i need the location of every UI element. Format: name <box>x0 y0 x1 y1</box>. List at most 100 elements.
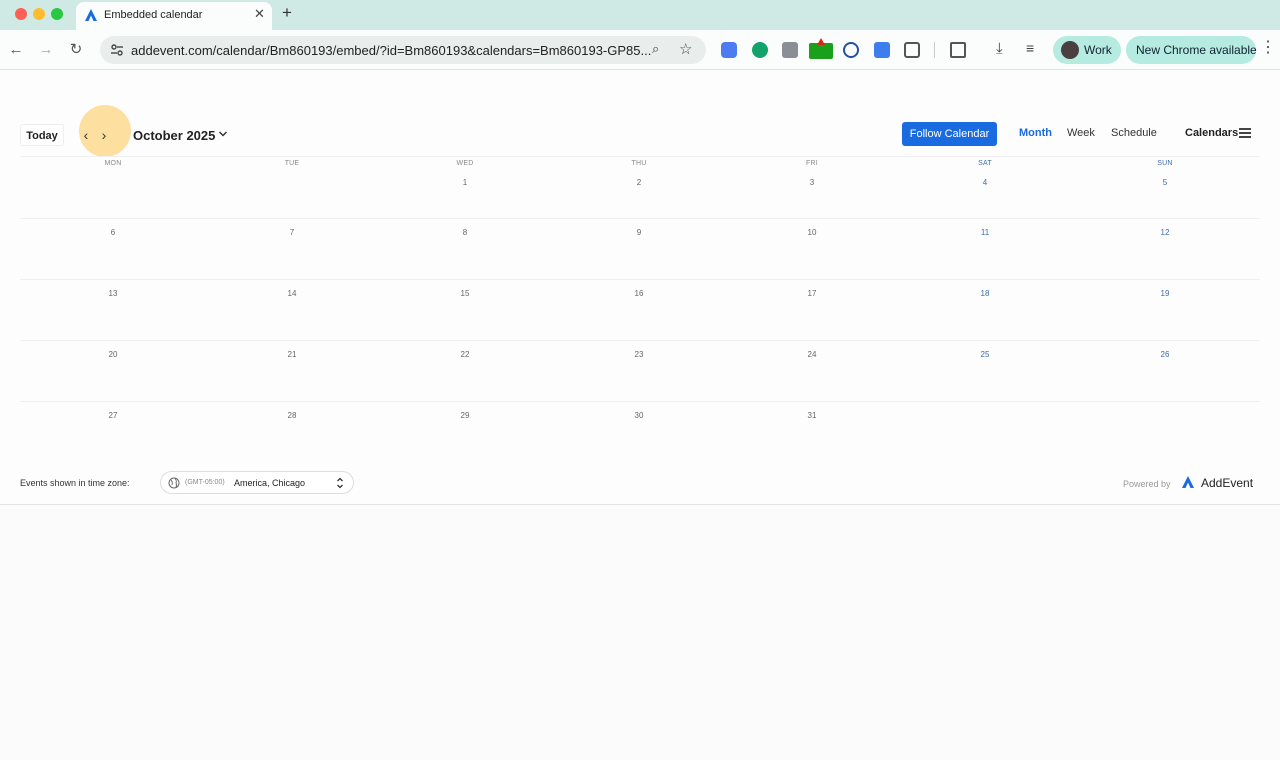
day-cell-date[interactable]: 31 <box>792 411 832 420</box>
close-tab-icon[interactable]: ✕ <box>254 7 265 20</box>
day-cell-date[interactable]: 19 <box>1145 289 1185 298</box>
day-cell-date[interactable]: 6 <box>93 228 133 237</box>
tab-strip: Embedded calendar ✕ + <box>0 0 1280 30</box>
day-cell-date[interactable]: 7 <box>272 228 312 237</box>
select-caret-icon <box>337 477 343 489</box>
view-tab-schedule[interactable]: Schedule <box>1111 127 1157 139</box>
day-cell-date[interactable]: 15 <box>445 289 485 298</box>
day-cell-date[interactable]: 3 <box>792 178 832 187</box>
week-row-divider <box>20 279 1260 280</box>
day-cell-date[interactable]: 1 <box>445 178 485 187</box>
day-cell-date[interactable]: 2 <box>619 178 659 187</box>
zoom-window-button[interactable] <box>51 8 63 20</box>
day-cell-date[interactable]: 10 <box>792 228 832 237</box>
weekday-header: WED <box>456 160 474 167</box>
timezone-offset: (GMT-05:00) <box>185 479 225 486</box>
grammarly-icon[interactable] <box>752 42 768 58</box>
day-cell-date[interactable]: 16 <box>619 289 659 298</box>
day-cell-date[interactable]: 29 <box>445 411 485 420</box>
day-cell-date[interactable]: 23 <box>619 350 659 359</box>
embedded-calendar: Today ‹ › October 2025 Follow Calendar M… <box>0 71 1280 505</box>
profile-name: Work <box>1084 43 1112 57</box>
reload-button[interactable]: ↻ <box>67 41 85 59</box>
timezone-select[interactable]: (GMT-05:00) America, Chicago <box>160 471 354 494</box>
minimize-window-button[interactable] <box>33 8 45 20</box>
back-button[interactable]: ← <box>7 41 25 59</box>
download-icon[interactable]: ⤓ <box>996 40 1012 57</box>
chevron-down-icon[interactable] <box>218 129 228 139</box>
more-menu-icon[interactable]: ⋮ <box>1260 40 1276 56</box>
month-title[interactable]: October 2025 <box>133 128 215 143</box>
forward-button[interactable]: → <box>37 41 55 59</box>
tab-title: Embedded calendar <box>104 9 203 21</box>
day-cell-date[interactable]: 11 <box>965 228 1005 237</box>
powered-by-label: Powered by <box>1123 479 1171 489</box>
profile-button[interactable]: Work <box>1053 36 1121 64</box>
chrome-update-button[interactable]: New Chrome available <box>1126 36 1257 64</box>
bookmark-star-icon[interactable]: ☆ <box>679 40 692 58</box>
new-tab-button[interactable]: + <box>282 4 292 21</box>
weekday-header: TUE <box>284 160 300 167</box>
day-cell-date[interactable]: 8 <box>445 228 485 237</box>
view-tab-week[interactable]: Week <box>1067 127 1095 139</box>
hamburger-menu-icon[interactable] <box>1239 128 1251 138</box>
zoom-icon[interactable]: ⌕ <box>652 41 659 57</box>
day-cell-date[interactable]: 20 <box>93 350 133 359</box>
translate-icon[interactable] <box>874 42 890 58</box>
toolbar-divider <box>934 42 935 58</box>
week-row-divider <box>20 401 1260 402</box>
avatar <box>1061 41 1079 59</box>
calendars-button[interactable]: Calendars <box>1185 127 1238 139</box>
day-cell-date[interactable]: 24 <box>792 350 832 359</box>
extensions-puzzle-icon[interactable] <box>904 42 920 58</box>
browser-tab[interactable]: Embedded calendar ✕ <box>76 2 272 30</box>
timezone-city: America, Chicago <box>234 478 306 488</box>
url-text[interactable]: addevent.com/calendar/Bm860193/embed/?id… <box>131 43 651 58</box>
weekday-header: SAT <box>978 160 992 167</box>
day-cell-date[interactable]: 17 <box>792 289 832 298</box>
code-extension-icon[interactable] <box>782 42 798 58</box>
weekday-header: FRI <box>806 160 818 167</box>
day-cell-date[interactable]: 12 <box>1145 228 1185 237</box>
next-month-button[interactable]: › <box>98 127 110 143</box>
update-label: New Chrome available <box>1136 43 1257 57</box>
today-button[interactable]: Today <box>20 124 64 146</box>
day-cell-date[interactable]: 30 <box>619 411 659 420</box>
week-row-divider <box>20 156 1260 157</box>
weekday-header: THU <box>631 160 647 167</box>
week-row-divider <box>20 218 1260 219</box>
day-cell-date[interactable]: 9 <box>619 228 659 237</box>
day-cell-date[interactable]: 25 <box>965 350 1005 359</box>
media-controls-icon[interactable]: ≡ <box>1026 40 1042 56</box>
view-tab-month[interactable]: Month <box>1019 127 1052 139</box>
password-manager-icon[interactable] <box>843 42 859 58</box>
timezone-label: Events shown in time zone: <box>20 478 130 488</box>
month-grid: MON TUE WED THU FRI SAT SUN 1 2 3 4 5 6 7 8 9 10 11 12 13 14… <box>20 156 1260 511</box>
day-cell-date[interactable]: 5 <box>1145 178 1185 187</box>
address-bar[interactable]: addevent.com/calendar/Bm860193/embed/?id… <box>100 36 706 64</box>
day-cell-date[interactable]: 22 <box>445 350 485 359</box>
extension-blue-icon[interactable] <box>721 42 737 58</box>
day-cell-date[interactable]: 4 <box>965 178 1005 187</box>
weekday-header: MON <box>104 160 122 167</box>
warning-extension-icon[interactable] <box>809 38 833 59</box>
close-window-button[interactable] <box>15 8 27 20</box>
day-cell-date[interactable]: 28 <box>272 411 312 420</box>
globe-icon <box>168 477 180 489</box>
day-cell-date[interactable]: 14 <box>272 289 312 298</box>
browser-toolbar: ← → ↻ addevent.com/calendar/Bm860193/emb… <box>0 30 1280 70</box>
addevent-brand[interactable]: AddEvent <box>1201 476 1253 490</box>
week-row-divider <box>20 340 1260 341</box>
screen-search-icon[interactable] <box>950 42 966 58</box>
day-cell-date[interactable]: 26 <box>1145 350 1185 359</box>
site-settings-icon[interactable] <box>109 42 125 58</box>
day-cell-date[interactable]: 27 <box>93 411 133 420</box>
day-cell-date[interactable]: 13 <box>93 289 133 298</box>
previous-month-button[interactable]: ‹ <box>80 127 92 143</box>
addevent-logo-icon <box>85 9 97 21</box>
day-cell-date[interactable]: 18 <box>965 289 1005 298</box>
follow-calendar-button[interactable]: Follow Calendar <box>902 122 997 146</box>
day-cell-date[interactable]: 21 <box>272 350 312 359</box>
weekday-header: SUN <box>1157 160 1173 167</box>
addevent-logo-icon[interactable] <box>1181 475 1195 489</box>
